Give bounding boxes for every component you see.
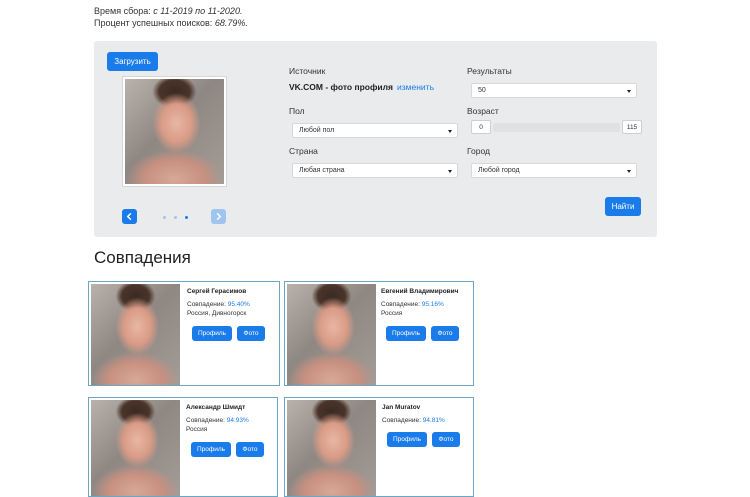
result-card: Александр Шмидт Совпадение: 94.93% Росси… (88, 397, 278, 497)
result-face-image (287, 400, 376, 496)
result-card: Сергей Герасимов Совпадение: 95.40% Росс… (88, 281, 280, 386)
profile-button[interactable]: Профиль (387, 432, 427, 447)
gender-select[interactable]: Любой пол (292, 123, 458, 138)
carousel-dot-1[interactable] (163, 216, 166, 219)
photo-button[interactable]: Фото (236, 442, 264, 457)
age-min-input[interactable]: 0 (471, 120, 491, 134)
query-photo (122, 76, 227, 187)
gender-label: Пол (289, 106, 305, 116)
result-photo[interactable] (287, 284, 376, 385)
carousel-dot-2[interactable] (174, 216, 177, 219)
carousel-prev-button[interactable] (122, 209, 137, 224)
upload-button[interactable]: Загрузить (107, 52, 158, 71)
result-similarity: Совпадение: 94.81% (382, 416, 445, 426)
result-photo[interactable] (91, 400, 180, 496)
city-select[interactable]: Любой город (471, 163, 637, 178)
query-face-image (125, 79, 224, 184)
photo-button[interactable]: Фото (237, 326, 265, 341)
carousel-dot-3-active[interactable] (185, 216, 188, 219)
chevron-right-icon (214, 212, 223, 221)
source-value: VK.COM - фото профиляизменить (289, 82, 434, 92)
result-name: Евгений Владимирович (381, 288, 458, 295)
chevron-left-icon (125, 212, 134, 221)
result-photo[interactable] (91, 284, 180, 385)
result-face-image (91, 284, 180, 385)
city-label: Город (467, 146, 490, 156)
photo-button[interactable]: Фото (431, 326, 459, 341)
result-face-image (287, 284, 376, 385)
caret-down-icon (448, 130, 452, 133)
results-label: Результаты (467, 66, 512, 76)
caret-down-icon (627, 170, 631, 173)
result-location: Россия (381, 309, 402, 319)
caret-down-icon (448, 170, 452, 173)
result-name: Сергей Герасимов (187, 288, 246, 295)
results-select[interactable]: 50 (471, 83, 637, 98)
result-photo[interactable] (287, 400, 376, 496)
profile-button[interactable]: Профиль (192, 326, 232, 341)
result-name: Александр Шмидт (186, 404, 245, 411)
find-button[interactable]: Найти (605, 197, 641, 216)
country-label: Страна (289, 146, 318, 156)
result-card: Евгений Владимирович Совпадение: 95.16% … (284, 281, 474, 386)
matches-heading: Совпадения (94, 248, 191, 268)
search-panel: Загрузить Источник VK.COM - фото профиля… (94, 41, 657, 237)
age-label: Возраст (467, 106, 499, 116)
result-card: Jan Muratov Совпадение: 94.81% Профиль Ф… (284, 397, 474, 497)
source-change-link[interactable]: изменить (397, 82, 434, 92)
result-location: Россия (186, 425, 207, 435)
caret-down-icon (627, 90, 631, 93)
result-face-image (91, 400, 180, 496)
age-max-input[interactable]: 115 (622, 120, 642, 134)
profile-button[interactable]: Профиль (191, 442, 231, 457)
source-label: Источник (289, 66, 325, 76)
result-name: Jan Muratov (382, 404, 420, 411)
result-location: Россия, Дивногорск (187, 309, 246, 319)
photo-button[interactable]: Фото (432, 432, 460, 447)
country-select[interactable]: Любая страна (292, 163, 458, 178)
carousel-next-button[interactable] (211, 209, 226, 224)
profile-button[interactable]: Профиль (386, 326, 426, 341)
age-range-slider[interactable] (493, 123, 620, 132)
success-rate: Процент успешных поисков: 68.79%. (94, 18, 248, 28)
collection-period: Время сбора: с 11-2019 по 11-2020. (94, 6, 242, 16)
